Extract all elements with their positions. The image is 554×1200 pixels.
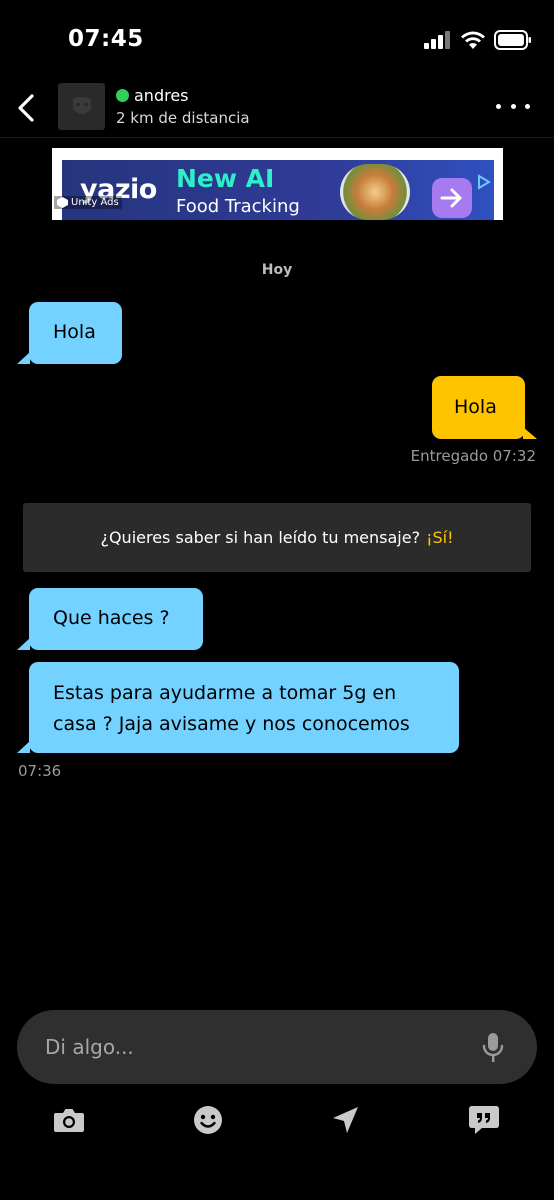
cellular-signal-icon <box>424 31 450 49</box>
bubble-tail <box>523 427 537 439</box>
read-receipt-prompt: ¿Quieres saber si han leído tu mensaje? <box>100 528 421 547</box>
user-name[interactable]: andres <box>134 86 189 105</box>
status-icons <box>424 30 532 50</box>
quote-icon <box>469 1106 499 1134</box>
message-text: Hola <box>53 321 96 343</box>
message-text: Hola <box>454 396 497 418</box>
read-receipt-cta[interactable]: ¡Sí! <box>426 528 453 547</box>
emoji-button[interactable] <box>188 1100 228 1140</box>
message-timestamp: 07:36 <box>18 762 62 780</box>
chat-toolbar <box>0 1100 554 1140</box>
ad-choices-icon[interactable] <box>476 174 492 190</box>
day-divider: Hoy <box>261 262 293 278</box>
user-distance: 2 km de distancia <box>116 109 250 127</box>
battery-icon <box>494 30 531 50</box>
chevron-left-icon <box>18 94 34 122</box>
read-receipt-banner[interactable]: ¿Quieres saber si han leído tu mensaje? … <box>23 503 531 572</box>
ad-banner[interactable]: yazio New AI Food Tracking Unity Ads <box>52 148 503 220</box>
message-bubble-outgoing[interactable]: Hola <box>432 376 525 439</box>
message-bubble-incoming[interactable]: Hola <box>29 302 122 364</box>
delivery-status: Entregado 07:32 <box>410 447 536 465</box>
message-bubble-incoming[interactable]: Que haces ? <box>29 588 203 650</box>
status-bar: 07:45 <box>0 0 554 80</box>
food-bowl-image <box>340 164 410 220</box>
ad-arrow-button[interactable] <box>432 178 472 218</box>
wifi-icon <box>461 31 485 49</box>
more-dot-icon <box>510 103 516 109</box>
avatar[interactable] <box>58 83 105 130</box>
message-bubble-incoming[interactable]: Estas para ayudarme a tomar 5g en casa ?… <box>29 662 459 753</box>
message-text-line: casa ? Jaja avisame y nos conocemos <box>53 713 410 735</box>
ad-network-tag: Unity Ads <box>54 196 122 209</box>
location-button[interactable] <box>325 1100 365 1140</box>
more-options-button[interactable] <box>496 96 530 116</box>
online-status-dot <box>116 89 129 102</box>
unity-logo-icon <box>57 197 68 208</box>
more-dot-icon <box>525 103 530 109</box>
status-time: 07:45 <box>68 26 144 52</box>
camera-icon <box>54 1109 84 1132</box>
emoji-icon <box>194 1106 222 1134</box>
ad-headline: New AI <box>176 164 275 193</box>
mask-placeholder-icon <box>72 96 91 114</box>
arrow-right-icon <box>440 188 462 208</box>
message-text: Que haces ? <box>53 607 170 629</box>
more-dot-icon <box>496 103 501 109</box>
microphone-icon[interactable] <box>481 1032 505 1064</box>
camera-button[interactable] <box>49 1100 89 1140</box>
quick-phrases-button[interactable] <box>464 1100 504 1140</box>
ad-network-label: Unity Ads <box>71 197 119 208</box>
ad-subline: Food Tracking <box>176 196 300 217</box>
message-text-line: Estas para ayudarme a tomar 5g en <box>53 682 397 704</box>
ad-creative: yazio New AI Food Tracking <box>62 160 494 220</box>
chat-header: andres 2 km de distancia <box>0 78 554 138</box>
location-icon <box>333 1107 358 1133</box>
message-input[interactable] <box>45 1030 465 1064</box>
back-button[interactable] <box>8 88 44 128</box>
message-composer <box>17 1010 537 1084</box>
